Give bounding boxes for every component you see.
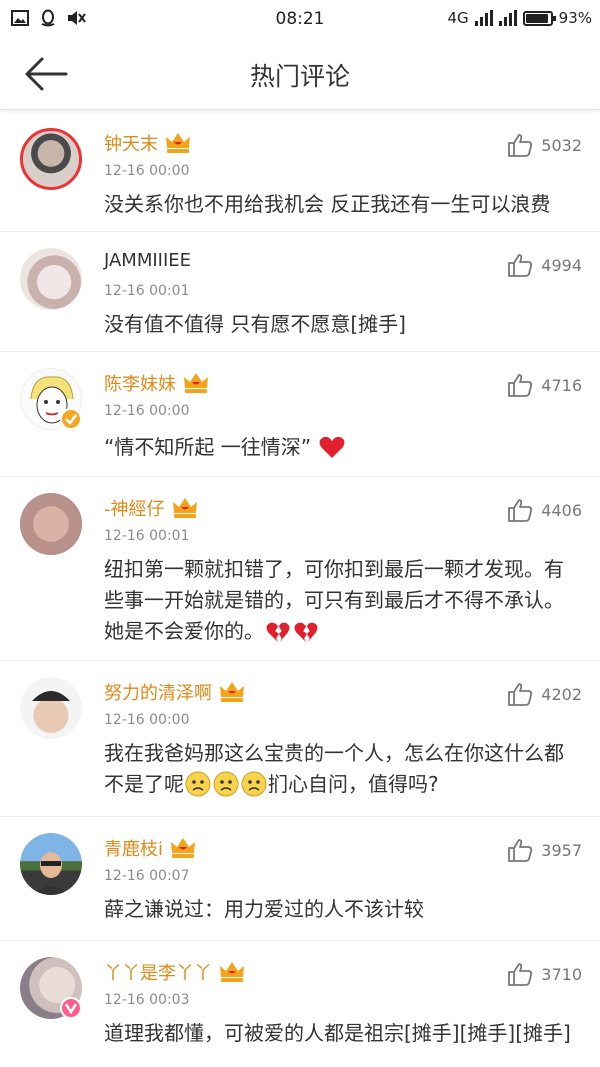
username[interactable]: JAMMIIIEE: [104, 250, 191, 271]
like-count: 4202: [541, 684, 582, 704]
like-button[interactable]: 3957: [507, 837, 582, 863]
like-count: 4994: [541, 255, 582, 275]
battery-icon: [522, 10, 556, 26]
username[interactable]: 钟天末: [104, 130, 158, 156]
status-bar: 08:21 4G 93%: [0, 0, 600, 38]
timestamp: 12-16 00:00: [104, 403, 190, 419]
timestamp: 12-16 00:03: [104, 992, 190, 1008]
comment-text-body: “情不知所起 一往情深”: [104, 435, 312, 459]
name-row: 钟天末: [104, 130, 192, 156]
like-count: 4406: [541, 500, 582, 520]
like-button[interactable]: 3710: [507, 961, 582, 987]
timestamp: 12-16 00:01: [104, 283, 190, 299]
username[interactable]: 青鹿枝i: [104, 835, 163, 861]
heart-icon: [319, 436, 345, 458]
thumbs-up-icon: [508, 134, 533, 157]
name-row: -神經仔: [104, 495, 199, 521]
like-button[interactable]: 4716: [507, 372, 582, 398]
signal-icon-2: [498, 10, 517, 26]
comment-item: 丫丫是李丫丫 12-16 00:03 道理我都懂，可被爱的人都是祖宗[摊手][摊…: [0, 941, 600, 1061]
thumbs-up-icon: [508, 254, 533, 277]
like-button[interactable]: 4406: [507, 497, 582, 523]
avatar[interactable]: [20, 128, 82, 190]
comment-list: 钟天末 12-16 00:00 没关系你也不用给我机会 反正我还有一生可以浪费 …: [0, 112, 600, 1061]
battery-percent: 93%: [558, 9, 592, 27]
sad-face-icon: [241, 771, 267, 797]
comment-text: 没有值不值得 只有愿不愿意[摊手]: [104, 312, 406, 336]
comment-item: 钟天末 12-16 00:00 没关系你也不用给我机会 反正我还有一生可以浪费 …: [0, 112, 600, 232]
vip-crown-icon: [184, 373, 208, 393]
status-right: 4G 93%: [447, 9, 592, 27]
timestamp: 12-16 00:07: [104, 868, 190, 884]
girl-badge-icon: [60, 997, 82, 1019]
username[interactable]: 陈李妹妹: [104, 370, 176, 396]
name-row: 青鹿枝i: [104, 835, 197, 861]
comment-text-part-b: 扪心自问，值得吗?: [268, 772, 439, 796]
like-count: 4716: [541, 375, 582, 395]
comment-text: 纽扣第一颗就扣错了，可你扣到最后一颗才发现。有些事一开始就是错的，可只有到最后才…: [104, 554, 574, 647]
comment-item: -神經仔 12-16 00:01 纽扣第一颗就扣错了，可你扣到最后一颗才发现。有…: [0, 477, 600, 661]
vip-crown-icon: [166, 133, 190, 153]
comment-item: JAMMIIIEE 12-16 00:01 没有值不值得 只有愿不愿意[摊手] …: [0, 232, 600, 352]
avatar[interactable]: [20, 677, 82, 739]
avatar[interactable]: [20, 248, 82, 310]
vip-crown-icon: [220, 682, 244, 702]
like-button[interactable]: 4994: [507, 252, 582, 278]
name-row: JAMMIIIEE: [104, 250, 191, 271]
comment-text: 没关系你也不用给我机会 反正我还有一生可以浪费: [104, 192, 551, 216]
timestamp: 12-16 00:00: [104, 163, 190, 179]
vip-crown-icon: [220, 962, 244, 982]
sad-face-icon: [185, 771, 211, 797]
like-count: 3710: [541, 964, 582, 984]
name-row: 陈李妹妹: [104, 370, 210, 396]
thumbs-up-icon: [508, 499, 533, 522]
username[interactable]: 努力的清泽啊: [104, 679, 212, 705]
timestamp: 12-16 00:01: [104, 528, 190, 544]
person-photo-icon: [34, 852, 68, 895]
thumbs-up-icon: [508, 963, 533, 986]
page-title: 热门评论: [249, 62, 350, 91]
avatar[interactable]: [20, 833, 82, 895]
like-count: 5032: [541, 135, 582, 155]
timestamp: 12-16 00:00: [104, 712, 190, 728]
comment-item: 青鹿枝i 12-16 00:07 薛之谦说过：用力爱过的人不该计较 3957: [0, 817, 600, 941]
like-button[interactable]: 4202: [507, 681, 582, 707]
thumbs-up-icon: [508, 683, 533, 706]
broken-heart-icon: [294, 622, 318, 643]
comment-text: “情不知所起 一往情深”: [104, 432, 584, 463]
thumbs-up-icon: [508, 839, 533, 862]
comment-item: 陈李妹妹 12-16 00:00 “情不知所起 一往情深” 4716: [0, 352, 600, 477]
comment-text-body: 纽扣第一颗就扣错了，可你扣到最后一颗才发现。有些事一开始就是错的，可只有到最后才…: [104, 557, 564, 643]
comment-text: 薛之谦说过：用力爱过的人不该计较: [104, 897, 424, 921]
comment-text: 道理我都懂，可被爱的人都是祖宗[摊手][摊手][摊手]: [104, 1021, 571, 1045]
broken-heart-icon: [266, 622, 290, 643]
cap-icon: [32, 691, 70, 701]
username[interactable]: -神經仔: [104, 495, 165, 521]
thumbs-up-icon: [508, 374, 533, 397]
vip-crown-icon: [172, 498, 197, 518]
username[interactable]: 丫丫是李丫丫: [104, 959, 212, 985]
verified-badge: [60, 408, 82, 430]
network-type: 4G: [447, 9, 469, 27]
signal-icon: [474, 10, 493, 26]
name-row: 努力的清泽啊: [104, 679, 246, 705]
like-button[interactable]: 5032: [507, 132, 582, 158]
sad-face-icon: [213, 771, 239, 797]
vip-crown-icon: [171, 838, 196, 858]
like-count: 3957: [541, 840, 582, 860]
header: 热门评论: [0, 38, 600, 110]
avatar[interactable]: [20, 493, 82, 555]
comment-item: 努力的清泽啊 12-16 00:00 我在我爸妈那这么宝贵的一个人，怎么在你这什…: [0, 661, 600, 817]
name-row: 丫丫是李丫丫: [104, 959, 246, 985]
comment-text: 我在我爸妈那这么宝贵的一个人，怎么在你这什么都不是了呢 扪心自问，值得吗?: [104, 738, 574, 800]
